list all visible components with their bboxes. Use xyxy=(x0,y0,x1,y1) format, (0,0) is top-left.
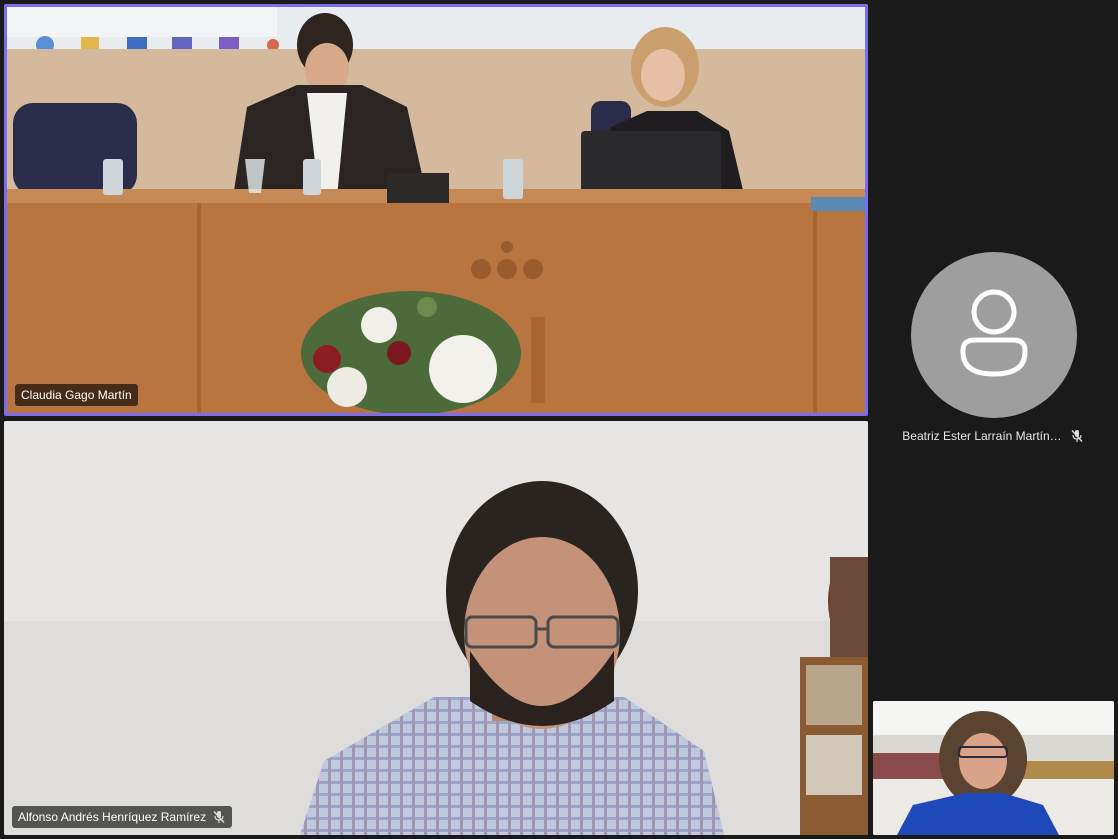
person-icon xyxy=(960,289,1028,377)
participant-name-tag: Claudia Gago Martín xyxy=(15,384,138,406)
self-view-video-frame xyxy=(873,701,1114,835)
video-tile-beatriz[interactable]: Beatriz Ester Larraín Martín… xyxy=(872,4,1114,696)
participant-name-tag: Beatriz Ester Larraín Martín… xyxy=(872,429,1114,443)
stage-video-frame xyxy=(7,7,865,413)
participant-name: Beatriz Ester Larraín Martín… xyxy=(902,429,1062,443)
avatar xyxy=(911,252,1077,418)
mic-muted-icon xyxy=(212,810,226,824)
video-tile-self-view[interactable] xyxy=(873,701,1114,835)
alfonso-video-frame xyxy=(4,421,868,835)
participant-name-tag: Alfonso Andrés Henríquez Ramírez xyxy=(12,806,233,828)
mic-muted-icon xyxy=(1070,429,1084,443)
participant-name: Claudia Gago Martín xyxy=(21,388,132,402)
video-tile-alfonso[interactable]: Alfonso Andrés Henríquez Ramírez xyxy=(4,421,868,835)
video-tile-claudia[interactable]: Claudia Gago Martín xyxy=(4,4,868,416)
participant-name: Alfonso Andrés Henríquez Ramírez xyxy=(18,810,207,824)
